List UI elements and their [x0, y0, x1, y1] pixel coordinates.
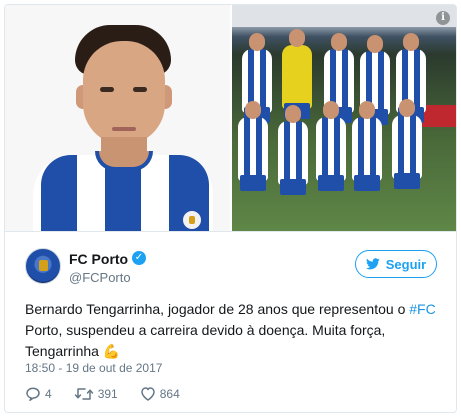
tweet-media[interactable]: i [5, 5, 456, 231]
tweet-text: Bernardo Tengarrinha, jogador de 28 anos… [25, 299, 445, 362]
club-crest-icon [181, 209, 203, 231]
like-button[interactable]: 864 [140, 386, 180, 402]
author-display-name[interactable]: FC Porto [69, 251, 128, 267]
tweet-body: FC Porto ✓ @FCPorto Seguir Bernardo Teng… [5, 231, 456, 412]
flexed-biceps-icon: 💪 [102, 343, 121, 359]
twitter-bird-icon [365, 258, 380, 270]
reply-button[interactable]: 4 [25, 386, 52, 402]
team-player [352, 101, 382, 191]
follow-button-label: Seguir [385, 256, 427, 272]
info-icon[interactable]: i [436, 11, 450, 25]
player-eye [100, 87, 114, 92]
tweet-actions: 4 391 864 [25, 384, 202, 404]
team-photo[interactable]: i [232, 5, 456, 231]
retweet-count: 391 [97, 387, 118, 401]
like-count: 864 [159, 387, 180, 401]
team-player [316, 101, 346, 191]
tweet-card: i FC Porto ✓ @FCPorto Seguir Bernardo Te… [4, 4, 457, 413]
follow-button[interactable]: Seguir [355, 250, 437, 278]
team-player [238, 101, 268, 191]
reply-count: 4 [45, 387, 52, 401]
retweet-icon [74, 388, 93, 400]
player-mouth [112, 127, 136, 131]
reply-icon [26, 387, 40, 401]
stadium-stand [232, 5, 456, 27]
team-player [392, 99, 422, 189]
team-player-keeper [282, 29, 312, 119]
team-player [278, 105, 308, 195]
author-handle[interactable]: @FCPorto [69, 270, 131, 285]
avatar[interactable] [25, 248, 61, 284]
shirt-stripe [41, 155, 77, 231]
retweet-button[interactable]: 391 [74, 386, 118, 402]
tweet-text-start: Bernardo Tengarrinha, jogador de 28 anos… [25, 301, 410, 317]
verified-badge-icon: ✓ [132, 251, 146, 265]
heart-icon [140, 387, 155, 401]
hashtag-link[interactable]: #FC [409, 301, 435, 317]
player-eye [133, 87, 147, 92]
tweet-timestamp[interactable]: 18:50 - 19 de out de 2017 [25, 361, 162, 375]
player-portrait-photo[interactable] [5, 5, 230, 231]
tweet-text-rest: Porto, suspendeu a carreira devido à doe… [25, 322, 386, 359]
